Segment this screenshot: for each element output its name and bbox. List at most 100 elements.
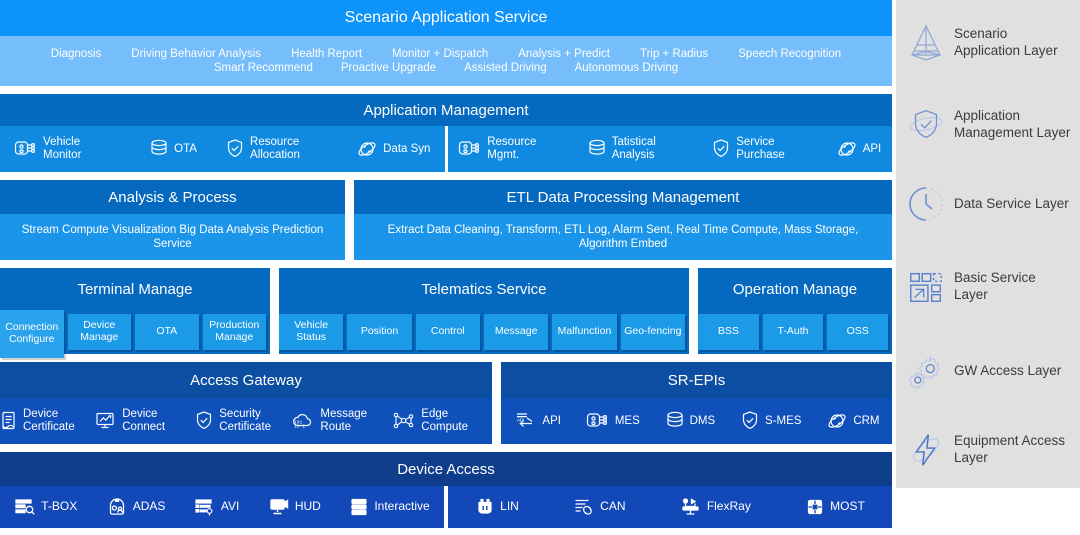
scenario-tag[interactable]: Proactive Upgrade [341, 62, 436, 74]
device-item-t-box[interactable]: T-BOX [14, 497, 77, 517]
scenario-tag[interactable]: Analysis + Predict [518, 48, 610, 60]
device-item-most[interactable]: MOST [805, 497, 865, 517]
gw-item-message-route[interactable]: 101 10 1 Message Route [291, 408, 392, 434]
device-access-band: Device Access T-BOX ADAS AVI HUD Interac… [0, 452, 892, 528]
sr-item-label: API [542, 414, 561, 427]
app-item-label: Tatistical Analysis [611, 136, 656, 161]
gw-item-device-connect[interactable]: Device Connect [95, 408, 194, 434]
scenario-tag[interactable]: Driving Behavior Analysis [131, 48, 261, 60]
data-service-band: Analysis & Process Stream Compute Visual… [0, 180, 892, 260]
app-item-service-purchase[interactable]: Service Purchase [711, 136, 814, 162]
display-icon [268, 497, 290, 517]
form-list-icon [194, 497, 216, 517]
chip-geo-fencing[interactable]: Geo-fencing [620, 314, 685, 350]
chip-message[interactable]: Message [483, 314, 549, 350]
device-item-label: LIN [500, 499, 519, 514]
device-node-icon [586, 410, 610, 432]
app-item-resource-allocation[interactable]: Resource Allocation [225, 136, 328, 162]
scenario-tag[interactable]: Autonomous Driving [575, 62, 679, 74]
sync-orbit-icon [836, 138, 858, 160]
database-icon [665, 410, 685, 432]
gw-item-label: Device Certificate [23, 408, 75, 433]
scenario-tags-line-1: Diagnosis Driving Behavior Analysis Heal… [22, 48, 870, 60]
gw-item-edge-compute[interactable]: Edge Compute [392, 408, 492, 434]
device-item-flexray[interactable]: FlexRay [680, 497, 751, 517]
app-item-api[interactable]: API [836, 138, 881, 160]
sr-item-crm[interactable]: CRM [826, 410, 880, 432]
device-item-lin[interactable]: LIN [475, 497, 519, 517]
gears-icon [906, 351, 946, 391]
shield-orbit-icon [906, 105, 946, 145]
app-item-label: Data Syn [383, 142, 431, 155]
sr-item-mes[interactable]: MES [586, 410, 640, 432]
telematics-service-chips: Vehicle Status Position Control Message … [279, 310, 689, 354]
chip-connection-configure[interactable]: Connection Configure [0, 310, 64, 358]
chip-bss[interactable]: BSS [698, 314, 759, 350]
sidebar-item-gw-access-layer[interactable]: GW Access Layer [896, 330, 1080, 412]
device-access-left-group: T-BOX ADAS AVI HUD Interactive [0, 486, 444, 528]
app-item-label: OTA [174, 142, 197, 155]
app-item-data-syn[interactable]: Data Syn [356, 138, 430, 160]
analysis-process-title: Analysis & Process [0, 180, 345, 214]
architecture-diagram: Scenario Application Service Diagnosis D… [0, 0, 1080, 535]
chip-t-auth[interactable]: T-Auth [762, 314, 824, 350]
sr-item-api[interactable]: API API [513, 410, 561, 432]
chip-control[interactable]: Control [415, 314, 480, 350]
etl-management-body: Extract Data Cleaning, Transform, ETL Lo… [354, 214, 892, 260]
sync-orbit-icon [826, 410, 848, 432]
gw-item-device-certificate[interactable]: Device Certificate [0, 408, 95, 434]
sidebar-item-label: Basic Service Layer [954, 270, 1036, 302]
scenario-tag[interactable]: Assisted Driving [464, 62, 546, 74]
device-item-label: Interactive [374, 499, 430, 514]
scenario-tag[interactable]: Monitor + Dispatch [392, 48, 488, 60]
sr-item-dms[interactable]: DMS [665, 410, 715, 432]
chip-vehicle-status[interactable]: Vehicle Status [279, 314, 344, 350]
scenario-tag[interactable]: Diagnosis [51, 48, 102, 60]
gw-access-band: Access Gateway Device Certificate Device… [0, 362, 892, 444]
device-item-can[interactable]: CAN [573, 497, 626, 517]
access-gateway-box: Access Gateway Device Certificate Device… [0, 362, 492, 444]
sr-item-s-mes[interactable]: S-MES [740, 410, 801, 432]
band-spacer [0, 354, 892, 362]
device-item-avi[interactable]: AVI [194, 497, 239, 517]
app-item-ota[interactable]: OTA [149, 138, 197, 160]
device-item-hud[interactable]: HUD [268, 497, 321, 517]
sr-epis-items: API API MES DMS S-MES CRM [501, 398, 892, 444]
sidebar-item-basic-service-layer[interactable]: Basic Service Layer [896, 244, 1080, 330]
chip-icon [805, 497, 825, 517]
layers-column: Scenario Application Service Diagnosis D… [0, 0, 892, 535]
chip-ota[interactable]: OTA [135, 314, 199, 350]
sidebar-item-equipment-access-layer[interactable]: Equipment Access Layer [896, 412, 1080, 488]
access-gateway-title: Access Gateway [0, 362, 492, 398]
chip-oss[interactable]: OSS [827, 314, 889, 350]
scenario-application-band: Scenario Application Service Diagnosis D… [0, 0, 892, 86]
scenario-tag[interactable]: Health Report [291, 48, 362, 60]
gw-item-security-certificate[interactable]: Security Certificate [194, 408, 291, 434]
app-item-vehicle-monitor[interactable]: Vehicle Monitor [14, 136, 121, 162]
sidebar-item-data-service-layer[interactable]: Data Service Layer [896, 164, 1080, 244]
sr-item-label: MES [614, 414, 640, 427]
scenario-tag[interactable]: Trip + Radius [640, 48, 708, 60]
database-icon [587, 138, 607, 160]
telematics-service-title: Telematics Service [279, 268, 689, 310]
sidebar-item-scenario-application-layer[interactable]: Scenario Application Layer [896, 0, 1080, 86]
device-access-items: T-BOX ADAS AVI HUD Interactive LIN CAN F… [0, 486, 892, 528]
device-item-adas[interactable]: ADAS [106, 497, 165, 517]
device-item-interactive[interactable]: Interactive [349, 497, 430, 517]
scenario-tag[interactable]: Smart Recommend [214, 62, 313, 74]
sidebar-item-application-management-layer[interactable]: Application Management Layer [896, 86, 1080, 164]
band-spacer [0, 172, 892, 180]
api-arrow-icon: API [513, 410, 537, 432]
svg-text:API: API [517, 418, 524, 423]
chip-production-manage[interactable]: Production Manage [202, 314, 266, 350]
scenario-tag[interactable]: Speech Recognition [738, 48, 841, 60]
basic-service-band: Terminal Manage Connection Configure Dev… [0, 268, 892, 358]
chip-malfunction[interactable]: Malfunction [552, 314, 617, 350]
app-item-resource-mgmt[interactable]: Resource Mgmt. [458, 136, 565, 162]
app-item-tatistical-analysis[interactable]: Tatistical Analysis [587, 136, 690, 162]
chip-device-manage[interactable]: Device Manage [67, 314, 131, 350]
sidebar-item-label: Scenario Application Layer [954, 26, 1058, 58]
app-item-label: Vehicle Monitor [43, 136, 82, 161]
telematics-service-group: Telematics Service Vehicle Status Positi… [279, 268, 689, 354]
chip-position[interactable]: Position [347, 314, 412, 350]
